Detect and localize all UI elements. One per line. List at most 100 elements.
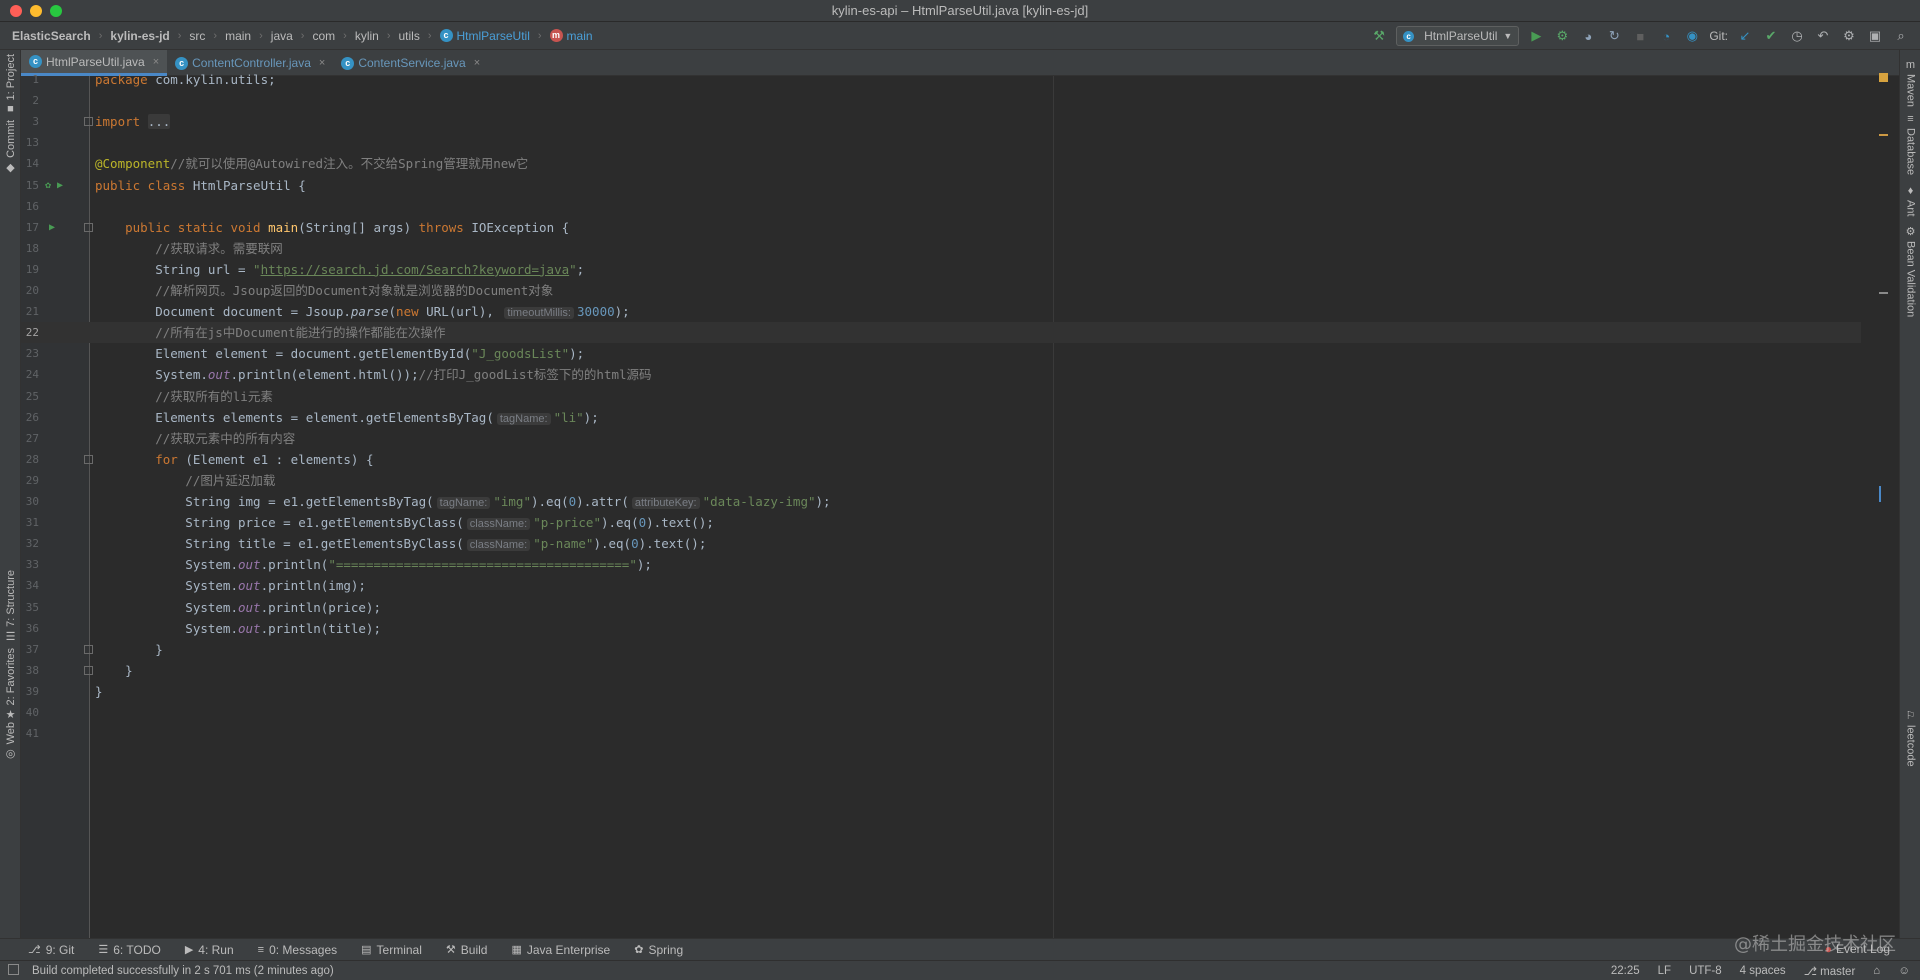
breadcrumb-item[interactable]: kylin-es-jd — [110, 29, 169, 43]
tool-tab-java-enterprise[interactable]: ▦ Java Enterprise — [511, 943, 610, 957]
sidebar-tab-bean-validation[interactable]: ⚙ Bean Validation — [1900, 222, 1920, 317]
run-gutter-icon[interactable]: ▶ — [57, 175, 63, 196]
fold-icon[interactable] — [84, 665, 93, 675]
settings-icon[interactable]: ⚙ — [1840, 27, 1858, 45]
close-icon[interactable]: × — [474, 57, 480, 69]
sidebar-tab-leetcode[interactable]: ⚐ leetcode — [1900, 706, 1920, 767]
sidebar-tab-label: Bean Validation — [1904, 241, 1917, 318]
tool-tab-label: 6: TODO — [113, 942, 161, 957]
code-token-id: .println(title); — [260, 620, 381, 636]
git-history-icon[interactable]: ◷ — [1788, 27, 1806, 45]
line-number: 13 — [25, 136, 39, 150]
close-icon[interactable]: × — [319, 57, 325, 69]
git-branch[interactable]: ⎇ master — [1804, 964, 1856, 978]
lock-icon[interactable]: ⌂ — [1873, 965, 1880, 977]
code-text: //获取所有的li元素 — [95, 386, 273, 407]
tool-tab--run[interactable]: ▶ 4: Run — [185, 943, 234, 957]
left-tool-strip: 1: Project ■ Commit ◆ 7: Structure ☰ 2: Favori… — [0, 50, 21, 940]
code-editor[interactable]: 1 package com.kylin.utils; 2 3 import ... 13 1… — [21, 72, 1899, 938]
breadcrumb-label: java — [270, 28, 293, 43]
sidebar-tab--project[interactable]: 1: Project ■ — [0, 54, 21, 118]
breadcrumb-item[interactable]: main — [225, 29, 251, 43]
breadcrumb-item[interactable]: c HtmlParseUtil — [439, 29, 530, 43]
run-gutter-icon[interactable]: ▶ — [49, 217, 55, 238]
breadcrumb-item[interactable]: ElasticSearch — [12, 29, 91, 43]
folder-icon: ■ — [7, 103, 14, 116]
tool-tab--todo[interactable]: ☰ 6: TODO — [98, 943, 160, 957]
debug-icon[interactable]: ⚙ — [1553, 27, 1571, 45]
code-token-id: String price = e1.getElementsByClass( — [95, 515, 464, 531]
sidebar-tab--structure[interactable]: 7: Structure ☰ — [0, 570, 21, 646]
java-class-icon: c — [29, 55, 42, 68]
file-encoding[interactable]: UTF-8 — [1689, 965, 1722, 977]
close-icon[interactable]: × — [153, 56, 159, 68]
fold-icon[interactable] — [84, 454, 93, 464]
close-window-button[interactable] — [10, 5, 22, 17]
hammer-build-icon[interactable]: ⚒ — [1370, 27, 1388, 45]
code-token-url: https://search.jd.com/Search?keyword=jav… — [260, 261, 570, 277]
indent-setting[interactable]: 4 spaces — [1740, 965, 1786, 977]
branch-icon: ⎇ — [1803, 965, 1821, 978]
sidebar-tab-database[interactable]: ≡ Database — [1900, 110, 1920, 175]
breadcrumb-item[interactable]: java — [271, 29, 293, 43]
breadcrumb-item[interactable]: src — [189, 29, 205, 43]
code-text: @Component//就可以使用@Autowired注入。不交给Spring管… — [95, 153, 528, 174]
tool-tab--messages[interactable]: ≡ 0: Messages — [258, 943, 337, 957]
code-line: 17 public static void main(String[] args… — [21, 217, 1861, 238]
status-toggle-icon[interactable] — [8, 964, 19, 975]
breadcrumb-item[interactable]: com — [312, 29, 335, 43]
line-separator[interactable]: LF — [1658, 965, 1671, 977]
search-everywhere-icon[interactable]: ◉ — [1683, 27, 1701, 45]
breadcrumb-item[interactable]: m main — [549, 29, 593, 43]
stop-icon[interactable]: ■ — [1631, 27, 1649, 45]
run-config-select[interactable]: c HtmlParseUtil ▼ — [1396, 26, 1520, 46]
coverage-icon[interactable]: ◕ — [1579, 27, 1597, 45]
line-number: 32 — [25, 537, 39, 551]
layout-icon[interactable]: ▣ — [1866, 27, 1884, 45]
tool-tab-label: 0: Messages — [269, 942, 338, 957]
git-update-icon[interactable]: ↙ — [1736, 27, 1754, 45]
navigation-bar: ElasticSearch › kylin-es-jd › src › main › java ›… — [0, 22, 1920, 50]
maximize-window-button[interactable] — [50, 5, 62, 17]
tool-tab-build[interactable]: ⚒ Build — [446, 943, 488, 957]
git-commit-icon[interactable]: ✔ — [1762, 27, 1780, 45]
code-token-id: ( — [388, 304, 397, 320]
tool-tab-spring[interactable]: ✿ Spring — [634, 943, 683, 957]
profile-icon[interactable]: ↻ — [1605, 27, 1623, 45]
breadcrumb-item[interactable]: kylin — [355, 29, 379, 43]
sidebar-tab-maven[interactable]: m Maven — [1900, 56, 1920, 107]
breadcrumb-item[interactable]: utils — [399, 29, 420, 43]
sidebar-tab-label: Maven — [1904, 74, 1917, 108]
code-line: 32 String title = e1.getElementsByClass(… — [21, 533, 1861, 554]
error-stripe[interactable] — [1879, 73, 1889, 938]
code-token-id: ).text(); — [638, 536, 707, 552]
code-text: System.out.println("====================… — [95, 554, 652, 575]
tool-tab-terminal[interactable]: ▤ Terminal — [361, 943, 422, 957]
line-number: 34 — [25, 579, 39, 593]
fold-icon[interactable] — [84, 222, 93, 232]
code-token-st: out — [207, 367, 231, 383]
line-number: 22 — [25, 326, 39, 340]
sidebar-tab-ant[interactable]: ♦ Ant — [1900, 182, 1920, 217]
sidebar-tab-web[interactable]: Web ◎ — [0, 722, 21, 763]
run-icon[interactable]: ▶ — [1527, 27, 1545, 45]
cursor-position[interactable]: 22:25 — [1611, 965, 1640, 977]
sidebar-tab-commit[interactable]: Commit ◆ — [0, 120, 21, 177]
code-token-cm: //获取元素中的所有内容 — [155, 430, 296, 446]
line-number: 26 — [25, 410, 39, 424]
code-text: //图片延迟加载 — [95, 470, 275, 491]
tool-tab--git[interactable]: ⎇ 9: Git — [28, 943, 74, 957]
messages-icon: ≡ — [257, 943, 265, 956]
git-rollback-icon[interactable]: ↶ — [1814, 27, 1832, 45]
code-token-cm: //打印J_goodList标签下的的html源码 — [418, 367, 652, 383]
minimize-window-button[interactable] — [30, 5, 42, 17]
fold-icon[interactable] — [84, 117, 93, 127]
memory-icon[interactable]: ☺ — [1898, 965, 1910, 977]
clock-compass-icon[interactable]: ◔ — [1657, 27, 1675, 45]
search-icon[interactable]: ⌕ — [1892, 27, 1910, 45]
warning-mark-icon — [1879, 73, 1888, 82]
fold-icon[interactable] — [84, 644, 93, 654]
sidebar-tab--favorites[interactable]: 2: Favorites ★ — [0, 648, 21, 724]
code-token-id: ); — [815, 494, 831, 509]
sidebar-tab-label: Database — [1904, 128, 1917, 176]
